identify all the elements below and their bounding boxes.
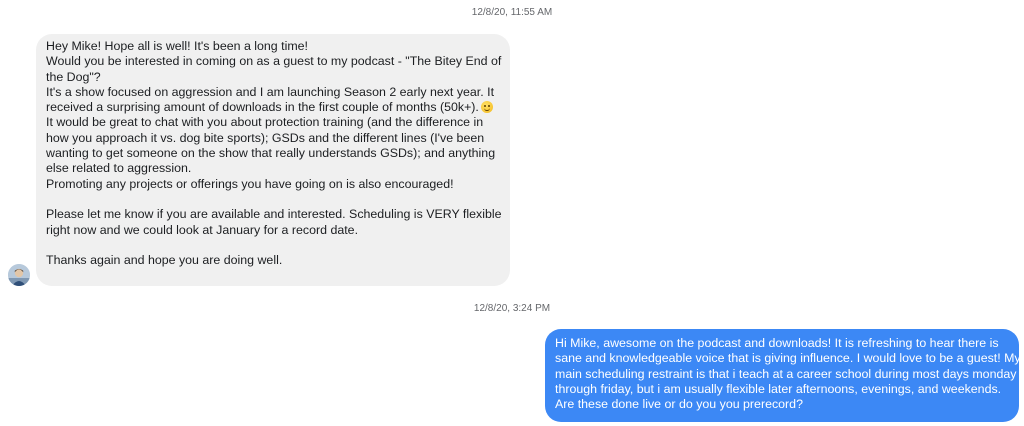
message-line: through friday, but i am usually flexibl… xyxy=(555,381,1002,396)
message-line: right now and we could look at January f… xyxy=(46,222,359,237)
message-line: Hi Mike, awesome on the podcast and down… xyxy=(555,336,999,350)
message-line: Hey Mike! Hope all is well! It's been a … xyxy=(46,39,308,53)
message-line: Promoting any projects or offerings you … xyxy=(46,176,454,191)
message-line: how you approach it vs. dog bite sports)… xyxy=(46,130,485,145)
message-line: It would be great to chat with you about… xyxy=(46,115,484,130)
smiling-face-emoji-icon xyxy=(480,101,493,114)
message-line: wanting to get someone on the show that … xyxy=(46,146,496,161)
message-line-text: received a surprising amount of download… xyxy=(46,100,479,115)
outgoing-message-bubble[interactable]: Hi Mike, awesome on the podcast and down… xyxy=(545,329,1021,422)
message-line: Please let me know if you are available … xyxy=(46,207,502,222)
incoming-message-bubble[interactable]: Hey Mike! Hope all is well! It's been a … xyxy=(36,34,510,286)
person-avatar-icon xyxy=(8,264,30,286)
message-line: the Dog"? xyxy=(46,69,101,84)
message-line: sane and knowledgeable voice that is giv… xyxy=(555,351,1021,366)
message-line: It's a show focused on aggression and I … xyxy=(46,84,495,99)
message-line: else related to aggression. xyxy=(46,161,192,176)
message-line: Thanks again and hope you are doing well… xyxy=(46,253,283,268)
sender-avatar[interactable] xyxy=(8,264,30,286)
message-line: Are these done live or do you you prerec… xyxy=(555,397,803,412)
message-line-with-emoji: received a surprising amount of download… xyxy=(46,100,500,115)
message-timestamp: 12/8/20, 11:55 AM xyxy=(471,7,553,18)
message-line: main scheduling restraint is that i teac… xyxy=(555,366,1017,381)
message-line: Would you be interested in coming on as … xyxy=(46,54,502,69)
message-timestamp: 12/8/20, 3:24 PM xyxy=(473,303,551,314)
